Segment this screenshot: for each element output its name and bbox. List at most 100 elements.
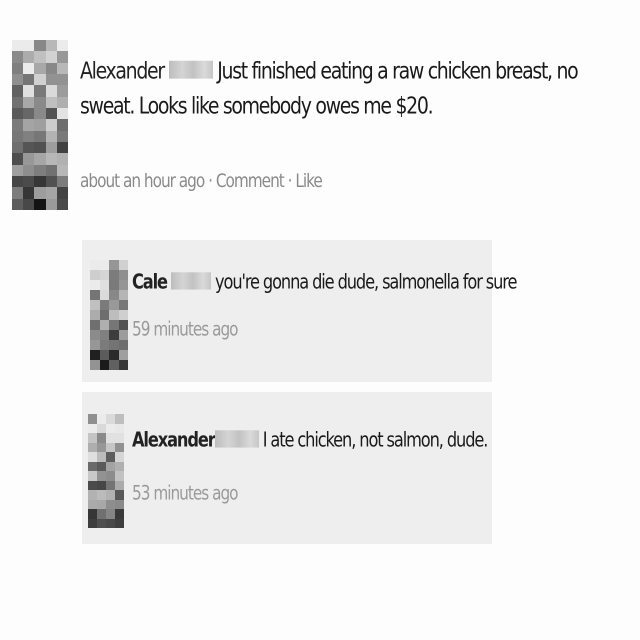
avatar-pixel	[88, 499, 97, 509]
avatar-pixel	[106, 480, 115, 490]
avatar-pixel	[34, 96, 46, 108]
post-author-name[interactable]: Alexander	[80, 57, 165, 84]
comment-text: you're gonna die dude, salmonella for su…	[215, 270, 517, 295]
comment-timestamp[interactable]: 53 minutes ago	[132, 482, 239, 505]
avatar-pixel	[115, 442, 124, 452]
avatar-pixel	[34, 107, 46, 120]
avatar-pixel	[118, 280, 128, 290]
avatar-pixel	[12, 187, 24, 199]
avatar-pixel	[23, 153, 35, 165]
meta-separator: ·	[204, 170, 216, 193]
comment-author-avatar[interactable]	[88, 414, 124, 528]
avatar-pixel	[56, 187, 68, 199]
avatar-pixel	[23, 85, 35, 97]
comment-text: I ate chicken, not salmon, dude.	[262, 428, 489, 453]
avatar-pixel	[106, 461, 115, 471]
avatar-pixel	[56, 85, 68, 97]
avatar-pixel	[118, 300, 128, 310]
avatar-pixel	[56, 73, 68, 86]
redacted-surname	[171, 271, 211, 289]
avatar-pixel	[115, 433, 124, 443]
avatar-pixel	[88, 414, 97, 424]
comment-author-avatar[interactable]	[90, 260, 128, 370]
avatar-pixel	[34, 130, 46, 142]
avatar-pixel	[90, 260, 100, 270]
avatar-pixel	[106, 509, 115, 519]
post-timestamp[interactable]: about an hour ago	[80, 170, 205, 192]
comment-content: Alexander I ate chicken, not salmon, dud…	[132, 428, 489, 453]
avatar-pixel	[23, 40, 35, 52]
avatar-pixel	[88, 490, 97, 500]
avatar-pixel	[12, 51, 24, 63]
avatar-pixel	[109, 260, 119, 270]
avatar-pixel	[12, 40, 24, 52]
avatar-pixel	[118, 320, 128, 330]
avatar-pixel	[23, 198, 35, 210]
avatar-pixel	[12, 153, 24, 165]
avatar-pixel	[118, 350, 128, 360]
avatar-pixel	[97, 442, 106, 452]
avatar-pixel	[88, 442, 97, 452]
avatar-pixel	[56, 153, 68, 165]
avatar-pixel	[90, 350, 100, 360]
avatar-pixel	[23, 141, 35, 154]
avatar-pixel	[97, 452, 106, 462]
avatar-pixel	[23, 62, 35, 74]
avatar-pixel	[106, 442, 115, 452]
avatar-pixel	[97, 480, 106, 490]
avatar-pixel	[45, 96, 57, 108]
avatar-pixel	[97, 490, 106, 500]
avatar-pixel	[90, 320, 100, 330]
post-author-avatar[interactable]	[12, 40, 68, 210]
avatar-pixel	[118, 270, 128, 280]
comment: Cale you're gonna die dude, salmonella f…	[82, 240, 517, 382]
comment: Alexander I ate chicken, not salmon, dud…	[82, 392, 492, 544]
avatar-pixel	[34, 73, 46, 86]
avatar-pixel	[56, 198, 68, 210]
avatar-pixel	[109, 290, 119, 300]
avatar-pixel	[45, 187, 57, 199]
avatar-pixel	[34, 164, 46, 176]
avatar-pixel	[97, 423, 106, 433]
avatar-pixel	[34, 62, 46, 74]
avatar-pixel	[118, 340, 128, 350]
avatar-pixel	[99, 300, 109, 310]
avatar-pixel	[34, 153, 46, 165]
avatar-pixel	[115, 414, 124, 424]
avatar-pixel	[106, 518, 115, 528]
avatar-pixel	[12, 141, 24, 154]
avatar-pixel	[115, 471, 124, 481]
avatar-pixel	[109, 300, 119, 310]
avatar-pixel	[45, 51, 57, 63]
avatar-pixel	[118, 360, 128, 370]
avatar-pixel	[23, 164, 35, 176]
avatar-pixel	[109, 310, 119, 320]
avatar-pixel	[56, 130, 68, 142]
avatar-pixel	[23, 130, 35, 142]
avatar-pixel	[23, 51, 35, 63]
avatar-pixel	[90, 290, 100, 300]
comment-timestamp[interactable]: 59 minutes ago	[132, 318, 239, 341]
comment-author-name[interactable]: Cale	[132, 270, 168, 294]
avatar-pixel	[12, 107, 24, 120]
avatar-pixel	[109, 330, 119, 340]
avatar-pixel	[56, 96, 68, 108]
avatar-pixel	[45, 198, 57, 210]
avatar-pixel	[34, 175, 46, 188]
avatar-pixel	[90, 330, 100, 340]
avatar-pixel	[45, 119, 57, 131]
avatar-pixel	[12, 62, 24, 74]
redacted-surname	[214, 429, 259, 447]
avatar-pixel	[97, 518, 106, 528]
comment-author-name[interactable]: Alexander	[132, 428, 216, 452]
avatar-pixel	[106, 499, 115, 509]
avatar-pixel	[90, 300, 100, 310]
comment-link[interactable]: Comment	[216, 170, 285, 192]
avatar-pixel	[90, 310, 100, 320]
avatar-pixel	[34, 187, 46, 199]
avatar-pixel	[115, 452, 124, 462]
like-link[interactable]: Like	[295, 170, 322, 192]
avatar-pixel	[115, 499, 124, 509]
avatar-pixel	[23, 96, 35, 108]
avatar-pixel	[34, 119, 46, 131]
